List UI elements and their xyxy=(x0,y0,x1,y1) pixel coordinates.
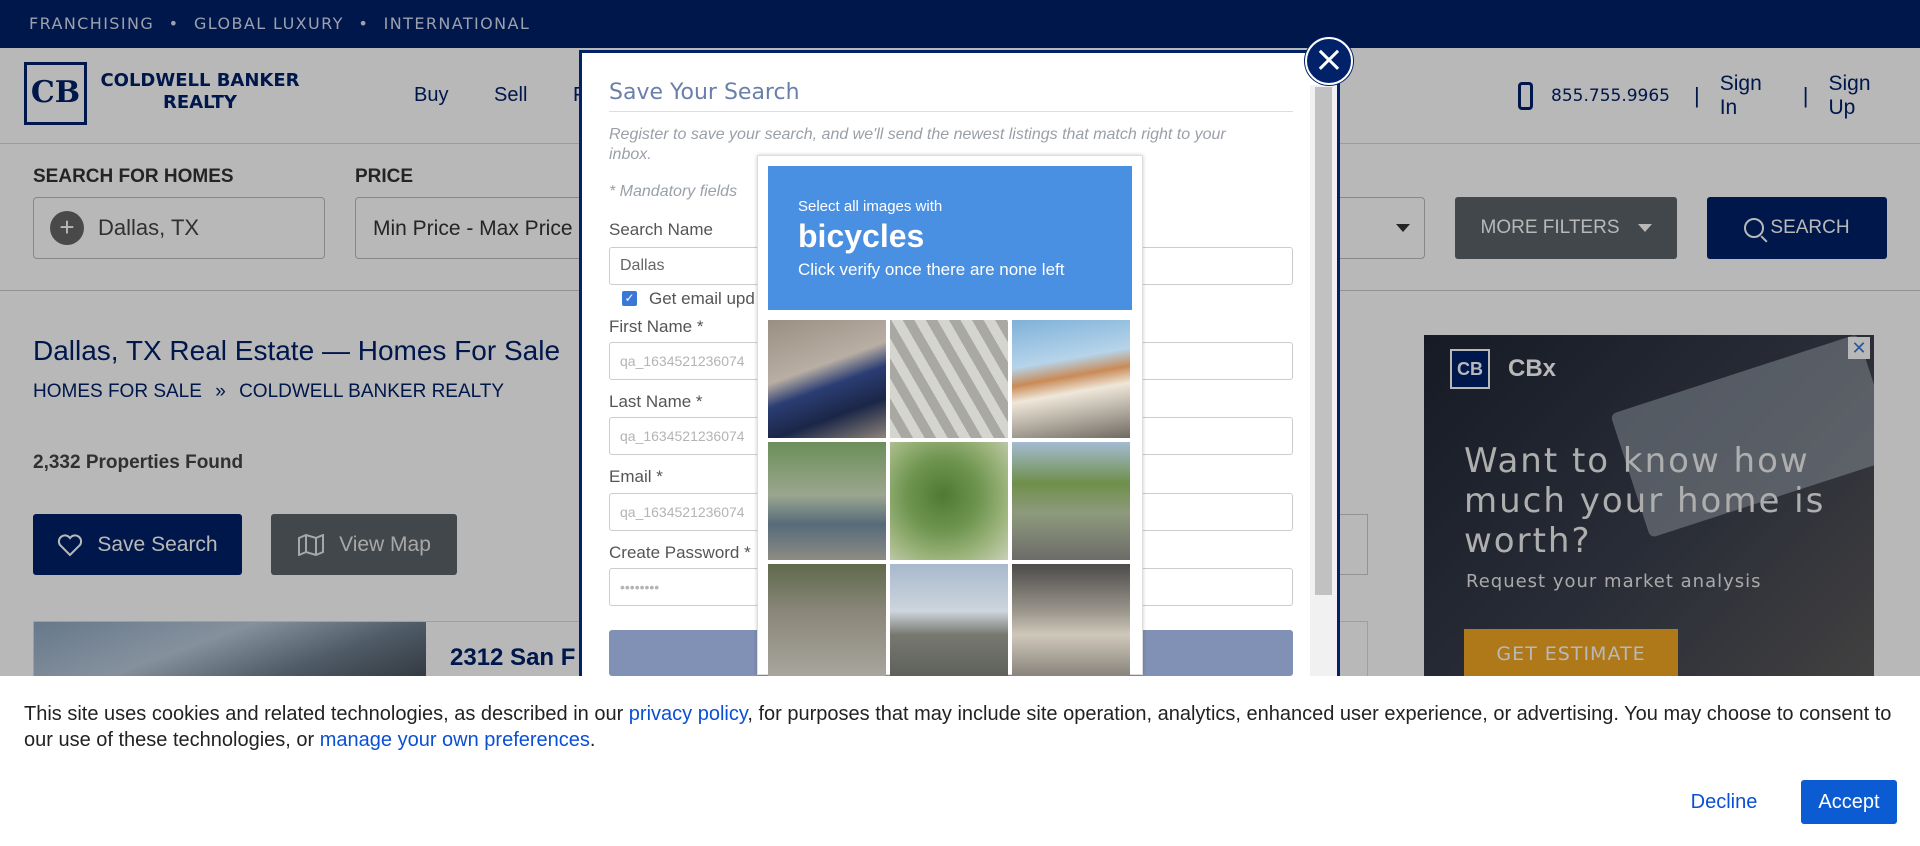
email-updates-checkbox[interactable]: ✓ xyxy=(622,291,637,306)
captcha-target: bicycles xyxy=(798,218,925,254)
modal-title: Save Your Search xyxy=(609,80,800,105)
modal-divider xyxy=(609,111,1293,112)
captcha-tile[interactable] xyxy=(768,564,886,682)
decline-button[interactable]: Decline xyxy=(1672,780,1776,824)
cookie-text-end: . xyxy=(589,729,596,751)
accept-button[interactable]: Accept xyxy=(1801,780,1897,824)
captcha-tile[interactable] xyxy=(768,442,886,560)
first-name-label: First Name * xyxy=(609,317,704,336)
cookie-text-start: This site uses cookies and related techn… xyxy=(24,703,629,725)
captcha-tile[interactable] xyxy=(890,442,1008,560)
email-updates-label: Get email upd xyxy=(649,289,755,308)
password-label: Create Password * xyxy=(609,543,751,562)
manage-preferences-link[interactable]: manage your own preferences xyxy=(320,729,590,751)
captcha-challenge: Select all images with bicycles Click ve… xyxy=(757,155,1143,682)
email-label: Email * xyxy=(609,467,663,486)
captcha-tile[interactable] xyxy=(890,320,1008,438)
last-name-label: Last Name * xyxy=(609,392,703,411)
captcha-instruction: Click verify once there are none left xyxy=(798,260,1065,279)
mandatory-note: * Mandatory fields xyxy=(609,183,738,200)
captcha-tile[interactable] xyxy=(1012,320,1130,438)
privacy-policy-link[interactable]: privacy policy xyxy=(629,703,748,725)
captcha-tile[interactable] xyxy=(768,320,886,438)
captcha-select-text: Select all images with xyxy=(798,198,943,215)
captcha-prompt: Select all images with bicycles Click ve… xyxy=(768,166,1132,310)
captcha-tile[interactable] xyxy=(1012,564,1130,682)
cookie-banner: This site uses cookies and related techn… xyxy=(0,676,1920,846)
scrollbar-thumb[interactable] xyxy=(1315,87,1332,595)
modal-close-button[interactable]: × xyxy=(1305,37,1353,85)
captcha-tile[interactable] xyxy=(1012,442,1130,560)
cookie-message: This site uses cookies and related techn… xyxy=(24,701,1904,753)
modal-scrollbar[interactable] xyxy=(1310,85,1337,687)
close-icon: × xyxy=(1313,39,1345,80)
captcha-tile[interactable] xyxy=(890,564,1008,682)
search-name-label: Search Name xyxy=(609,220,713,239)
